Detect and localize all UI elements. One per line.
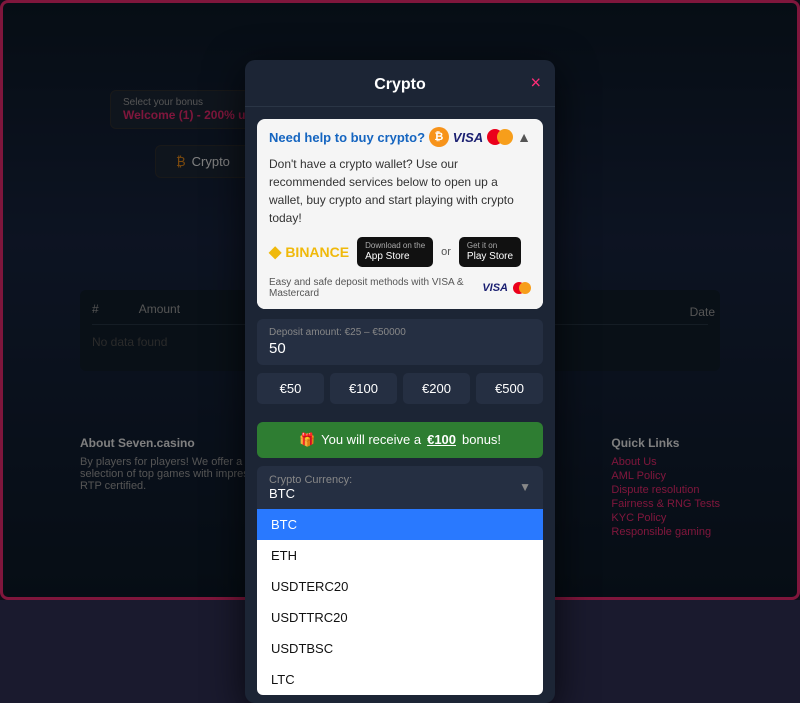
amount-btn-200[interactable]: €200 [403, 373, 470, 404]
binance-icon: ◆ [269, 242, 281, 262]
help-title: Need help to buy crypto? [269, 130, 425, 145]
play-store-label: Play Store [467, 251, 513, 263]
crypto-option-eth[interactable]: ETH [257, 540, 543, 571]
crypto-option-usdtbsc[interactable]: USDTBSC [257, 633, 543, 664]
help-content: Don't have a crypto wallet? Use our reco… [257, 155, 543, 309]
crypto-option-usdterc20[interactable]: USDTERC20 [257, 571, 543, 602]
crypto-selected-value: BTC [269, 486, 352, 501]
mc-yellow-small [519, 282, 531, 294]
crypto-currency-label: Crypto Currency: [269, 474, 352, 486]
modal-close-button[interactable]: × [530, 73, 541, 94]
app-store-label: App Store [365, 251, 409, 263]
modal-title: Crypto [374, 76, 426, 94]
play-store-button[interactable]: Get it on Play Store [459, 237, 521, 267]
play-store-small: Get it on [467, 241, 497, 251]
help-header[interactable]: Need help to buy crypto? ₿ VISA ▲ [257, 119, 543, 155]
crypto-option-ltc[interactable]: LTC [257, 664, 543, 695]
bitcoin-icon: ₿ [429, 127, 449, 147]
bonus-bar: 🎁 You will receive a €100 bonus! [257, 422, 543, 458]
crypto-select-header[interactable]: Crypto Currency: BTC ▼ [257, 466, 543, 509]
crypto-dropdown: BTC ETH USDTERC20 USDTTRC20 USDTBSC LTC [257, 509, 543, 695]
chevron-up-icon: ▲ [517, 129, 531, 145]
binance-logo: ◆ BINANCE [269, 242, 349, 262]
amount-btn-100[interactable]: €100 [330, 373, 397, 404]
help-services: ◆ BINANCE Download on the App Store or G… [269, 237, 531, 267]
visa-mc-line: Easy and safe deposit methods with VISA … [269, 277, 531, 299]
help-banner: Need help to buy crypto? ₿ VISA ▲ Don't … [257, 119, 543, 309]
mastercard-small [513, 282, 531, 294]
help-body-text: Don't have a crypto wallet? Use our reco… [269, 155, 531, 227]
visa-text-small: VISA [482, 282, 508, 294]
help-icons: ₿ VISA ▲ [429, 127, 531, 147]
bonus-bar-text-after: bonus! [462, 432, 501, 447]
chevron-down-icon: ▼ [519, 480, 531, 494]
bonus-bar-highlight: €100 [427, 432, 456, 447]
app-store-small: Download on the [365, 241, 425, 251]
crypto-section: Crypto Currency: BTC ▼ BTC ETH USDTERC20… [245, 466, 555, 703]
mc-yellow-circle [497, 129, 513, 145]
visa-icon: VISA [453, 130, 483, 145]
modal-overlay: Crypto × Need help to buy crypto? ₿ VISA… [0, 0, 800, 600]
binance-label: BINANCE [285, 244, 349, 260]
app-store-button[interactable]: Download on the App Store [357, 237, 433, 267]
crypto-option-btc[interactable]: BTC [257, 509, 543, 540]
deposit-value: 50 [269, 340, 531, 357]
mastercard-icon [487, 129, 513, 145]
bonus-bar-icon: 🎁 [299, 432, 315, 448]
deposit-input-wrap[interactable]: Deposit amount: €25 – €50000 50 [257, 319, 543, 365]
modal-header: Crypto × [245, 60, 555, 107]
amount-btn-500[interactable]: €500 [476, 373, 543, 404]
deposit-range-label: Deposit amount: €25 – €50000 [269, 327, 531, 338]
amount-btn-50[interactable]: €50 [257, 373, 324, 404]
crypto-option-usdttrc20[interactable]: USDTTRC20 [257, 602, 543, 633]
deposit-section: Deposit amount: €25 – €50000 50 €50 €100… [245, 309, 555, 414]
crypto-modal: Crypto × Need help to buy crypto? ₿ VISA… [245, 60, 555, 703]
visa-mc-text: Easy and safe deposit methods with VISA … [269, 277, 477, 299]
amount-buttons: €50 €100 €200 €500 [257, 373, 543, 404]
modal-body: Need help to buy crypto? ₿ VISA ▲ Don't … [245, 119, 555, 703]
or-label: or [441, 246, 451, 258]
bonus-bar-text-before: You will receive a [321, 432, 421, 447]
